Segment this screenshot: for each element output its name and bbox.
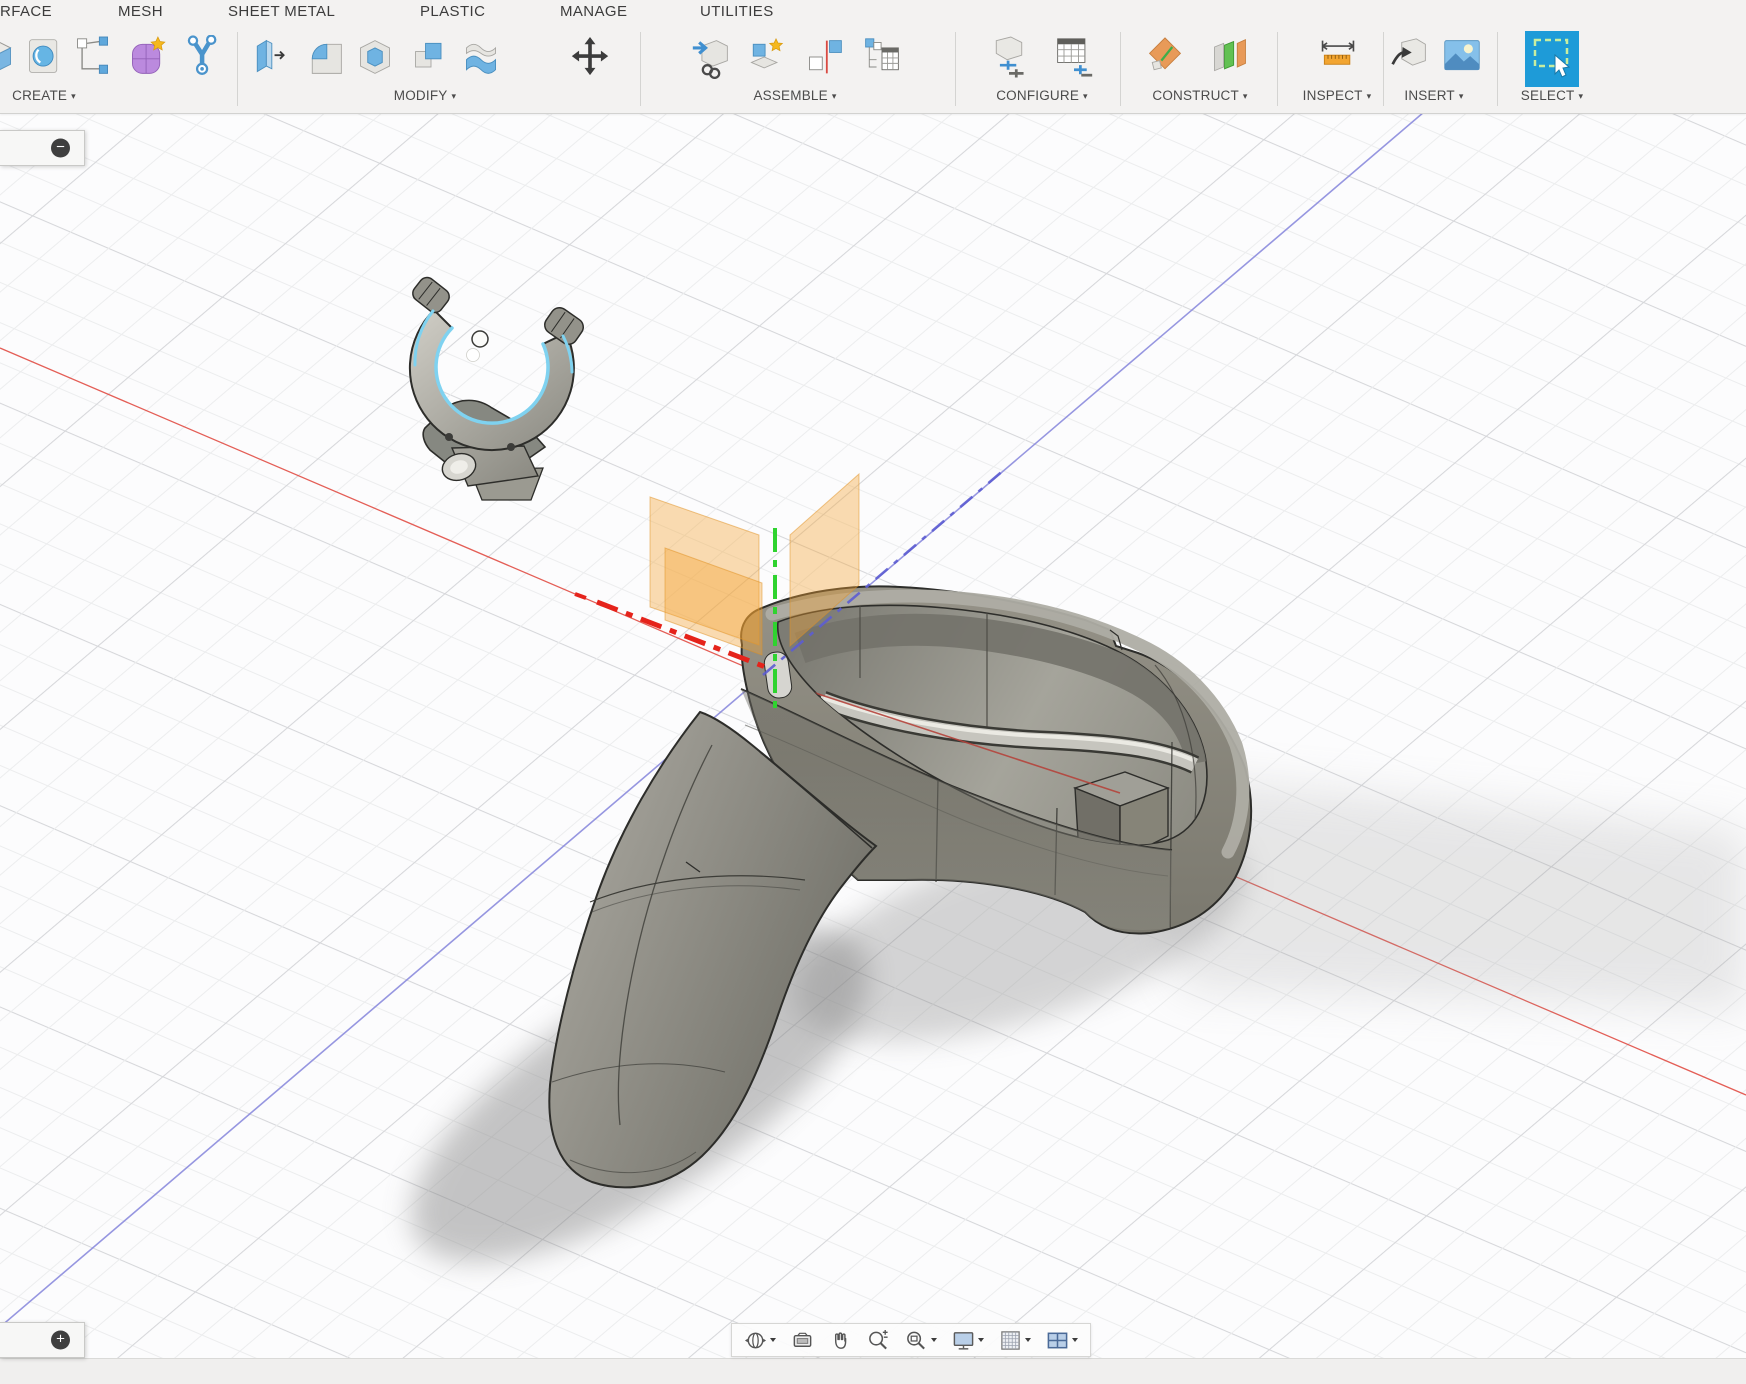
revolve-icon[interactable] — [22, 33, 66, 81]
orbit-dropdown[interactable] — [770, 1338, 776, 1342]
chevron-down-icon: ▾ — [451, 91, 456, 101]
modify-menu-button[interactable]: MODIFY▾ — [394, 88, 456, 103]
fillet-icon[interactable] — [303, 33, 347, 81]
insert-menu-button[interactable]: INSERT▾ — [1404, 88, 1463, 103]
timeline-panel-collapsed: + — [0, 1322, 85, 1358]
component-pattern-icon[interactable] — [860, 33, 904, 81]
inspect-menu-button[interactable]: INSPECT▾ — [1303, 88, 1372, 103]
custom-feature-icon[interactable] — [181, 33, 225, 81]
chevron-down-icon: ▾ — [1459, 91, 1464, 101]
split-body-icon[interactable] — [459, 33, 503, 81]
browser-collapse-button[interactable]: − — [51, 139, 70, 158]
configuration-icon[interactable] — [987, 33, 1031, 81]
combine-icon[interactable] — [409, 33, 453, 81]
fit-icon[interactable] — [905, 1324, 937, 1356]
pan-icon[interactable] — [829, 1324, 852, 1356]
tab-utilities[interactable]: UTILITIES — [700, 3, 774, 20]
chevron-down-icon: ▾ — [1367, 91, 1372, 101]
midplane-icon[interactable] — [1208, 33, 1252, 81]
main-toolbar: RFACE MESH SHEET METAL PLASTIC MANAGE UT… — [0, 0, 1746, 114]
viewports-dropdown[interactable] — [1072, 1338, 1078, 1342]
timeline-expand-button[interactable]: + — [51, 1331, 70, 1350]
viewport-canvas[interactable] — [0, 112, 1746, 1384]
insert-image-icon[interactable] — [1440, 33, 1484, 81]
fit-dropdown[interactable] — [931, 1338, 937, 1342]
chevron-down-icon: ▾ — [1579, 91, 1584, 101]
zoom-icon[interactable] — [867, 1324, 890, 1356]
toolbar-separator — [237, 32, 238, 106]
chevron-down-icon: ▾ — [1083, 91, 1088, 101]
tab-plastic[interactable]: PLASTIC — [420, 3, 485, 20]
grid-display-dropdown[interactable] — [1025, 1338, 1031, 1342]
toolbar-separator — [1497, 32, 1498, 106]
chevron-down-icon: ▾ — [832, 91, 837, 101]
shell-icon[interactable] — [353, 33, 397, 81]
window-select-icon[interactable] — [1525, 30, 1579, 88]
offset-plane-icon[interactable] — [1143, 33, 1187, 81]
insert-derive-icon[interactable] — [1387, 33, 1431, 81]
display-settings-dropdown[interactable] — [978, 1338, 984, 1342]
chevron-down-icon: ▾ — [1243, 91, 1248, 101]
cube-partial-icon[interactable] — [0, 33, 18, 81]
look-at-icon[interactable] — [791, 1324, 814, 1356]
project-geometry-icon[interactable] — [71, 33, 115, 81]
viewports-icon[interactable] — [1046, 1324, 1078, 1356]
as-built-joint-icon[interactable] — [803, 33, 847, 81]
toolbar-separator — [640, 32, 641, 106]
new-component-icon[interactable] — [689, 33, 733, 81]
construct-menu-button[interactable]: CONSTRUCT▾ — [1152, 88, 1247, 103]
display-settings-icon[interactable] — [952, 1324, 984, 1356]
select-menu-button[interactable]: SELECT▾ — [1521, 88, 1583, 103]
grid-display-icon[interactable] — [999, 1324, 1031, 1356]
browser-panel-collapsed: − — [0, 130, 85, 166]
form-icon[interactable] — [125, 33, 169, 81]
timeline-strip — [0, 1358, 1746, 1384]
toolbar-separator — [1277, 32, 1278, 106]
tab-surface[interactable]: RFACE — [0, 3, 52, 20]
fusion-app-window: RFACE MESH SHEET METAL PLASTIC MANAGE UT… — [0, 0, 1746, 1384]
chevron-down-icon: ▾ — [71, 91, 76, 101]
press-pull-icon[interactable] — [248, 33, 292, 81]
joint-icon[interactable] — [744, 33, 788, 81]
tab-manage[interactable]: MANAGE — [560, 3, 627, 20]
configuration-table-icon[interactable] — [1052, 33, 1096, 81]
assemble-menu-button[interactable]: ASSEMBLE▾ — [753, 88, 836, 103]
toolbar-separator — [1120, 32, 1121, 106]
orbit-icon[interactable] — [744, 1324, 776, 1356]
toolbar-separator — [955, 32, 956, 106]
create-menu-button[interactable]: CREATE▾ — [12, 88, 76, 103]
tab-mesh[interactable]: MESH — [118, 3, 163, 20]
view-navigation-bar — [731, 1323, 1091, 1357]
configure-menu-button[interactable]: CONFIGURE▾ — [996, 88, 1088, 103]
move-copy-icon[interactable] — [568, 33, 612, 81]
measure-icon[interactable] — [1316, 33, 1360, 81]
tab-sheet-metal[interactable]: SHEET METAL — [228, 3, 335, 20]
toolbar-separator — [1383, 32, 1384, 106]
